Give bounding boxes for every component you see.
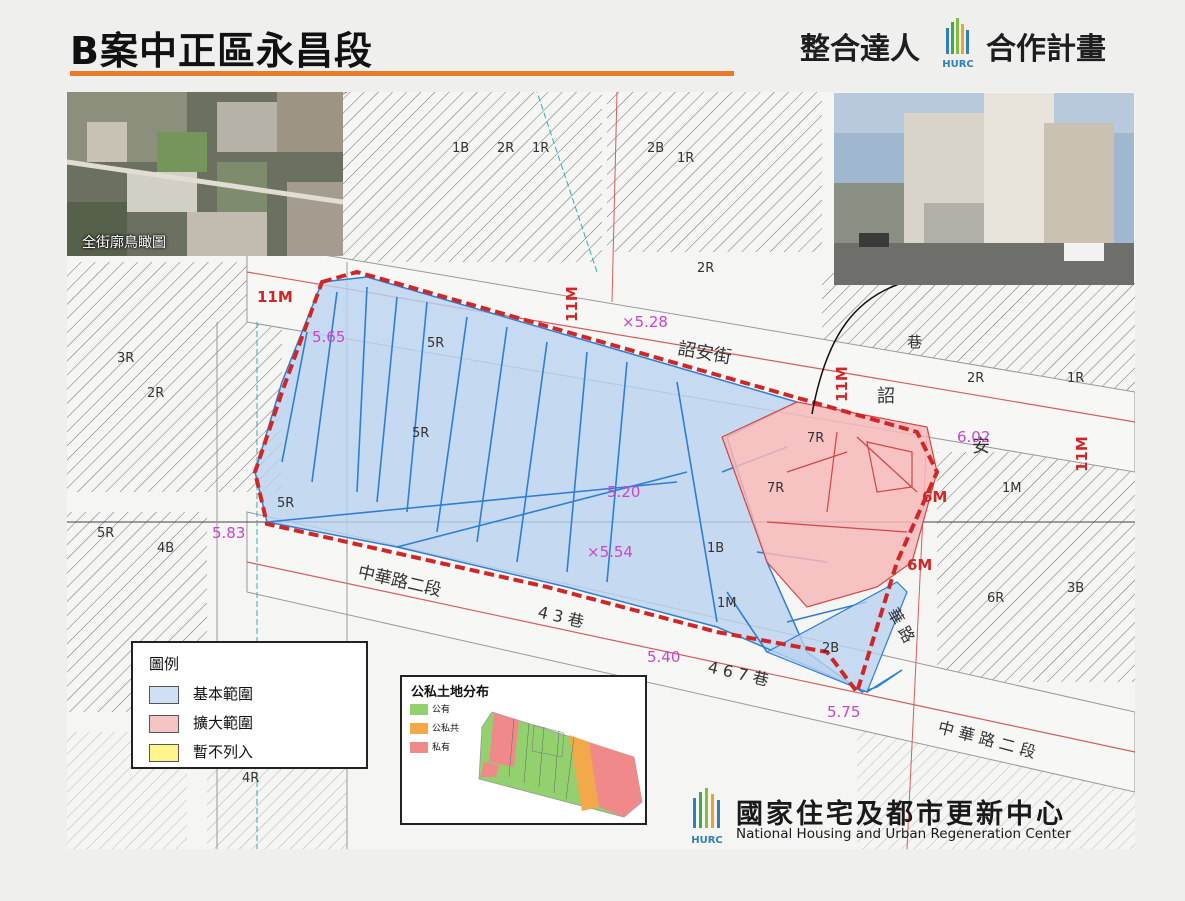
zhaoan-east-label-1: 詔	[877, 386, 895, 407]
land-label-private: 私有	[432, 743, 451, 753]
road-width-label: 11M	[833, 366, 851, 402]
land-swatch-private	[410, 742, 428, 753]
org-name-english: National Housing and Urban Regeneration …	[736, 826, 1071, 842]
legend-label-excluded: 暫不列入	[193, 743, 254, 761]
land-distribution-title: 公私土地分布	[411, 685, 490, 700]
legend-swatch-expanded	[149, 714, 179, 733]
lot-label: 5R	[97, 526, 114, 541]
legend-label-basic: 基本範圍	[193, 685, 254, 703]
lot-label: 1R	[532, 141, 549, 156]
title-underline	[70, 71, 734, 76]
street-view-photo	[834, 93, 1134, 285]
road-width-label: 11M	[563, 286, 581, 322]
elevation-label: 6.02	[957, 428, 990, 446]
lot-label: 7R	[807, 431, 824, 446]
lot-label: 2R	[497, 141, 514, 156]
lot-label: 2R	[697, 261, 714, 276]
lot-label: 1B	[452, 141, 469, 156]
legend-swatch-basic	[149, 685, 179, 704]
land-item-mixed: 公私共	[410, 721, 459, 734]
elevation-label: 5.65	[312, 328, 345, 346]
lot-label: 1R	[677, 151, 694, 166]
lot-label: 2R	[967, 371, 984, 386]
lot-label: 5R	[412, 426, 429, 441]
lane-vertical-label: 巷	[907, 333, 922, 351]
land-swatch-mixed	[410, 723, 428, 734]
brand-title: 整合達人 合作計畫	[800, 24, 1106, 68]
lot-label: 7R	[767, 481, 784, 496]
road-width-label: 6M	[907, 556, 932, 574]
land-label-public: 公有	[432, 705, 451, 715]
lot-label: 4B	[157, 541, 174, 556]
lot-label: 5R	[277, 496, 294, 511]
lot-label: 1R	[1067, 371, 1084, 386]
brand-left-text: 整合達人	[800, 32, 920, 67]
land-item-public: 公有	[410, 702, 450, 715]
org-banner: HURC 國家住宅及都市更新中心 National Housing and Ur…	[683, 782, 1135, 849]
aerial-caption: 全街廓鳥瞰圖	[82, 235, 166, 251]
lot-label: 5R	[427, 336, 444, 351]
road-width-label: 6M	[922, 488, 947, 506]
lot-label: 3R	[117, 351, 134, 366]
road-width-label: 11M	[1073, 436, 1091, 472]
lot-label: 3B	[1067, 581, 1084, 596]
elevation-label: 5.83	[212, 524, 245, 542]
lot-label: 1B	[707, 541, 724, 556]
road-width-label: 11M	[257, 288, 293, 306]
footer-logo-text: HURC	[691, 835, 723, 846]
land-distribution-panel: 公私土地分布 公有 公私共 私有	[400, 675, 647, 825]
lot-label: 1M	[717, 596, 737, 611]
lot-label: 2R	[147, 386, 164, 401]
legend-swatch-excluded	[149, 743, 179, 762]
legend-item-basic: 基本範圍	[149, 683, 253, 705]
page-title: B案中正區永昌段	[70, 29, 373, 73]
elevation-label: 5.20	[607, 483, 640, 501]
hurc-footer-logo-icon: HURC	[691, 788, 723, 846]
elevation-label: 5.40	[647, 648, 680, 666]
elevation-label: ×5.28	[622, 313, 668, 331]
legend-item-expanded: 擴大範圍	[149, 712, 253, 734]
lot-label: 2B	[647, 141, 664, 156]
brand-right-text: 合作計畫	[986, 32, 1106, 67]
land-distribution-map	[478, 711, 643, 818]
legend-title: 圖例	[149, 655, 180, 673]
land-swatch-public	[410, 704, 428, 715]
lot-label: 1M	[1002, 481, 1022, 496]
legend-label-expanded: 擴大範圍	[193, 714, 254, 732]
elevation-label: ×5.54	[587, 543, 633, 561]
legend-item-excluded: 暫不列入	[149, 741, 253, 763]
brand-logo-text: HURC	[942, 59, 974, 70]
lot-label: 2B	[822, 641, 839, 656]
map-legend: 圖例 基本範圍 擴大範圍 暫不列入	[131, 641, 368, 769]
lot-label: 6R	[987, 591, 1004, 606]
hurc-logo-icon: HURC	[942, 18, 974, 70]
land-item-private: 私有	[410, 740, 450, 753]
elevation-label: 5.75	[827, 703, 860, 721]
land-label-mixed: 公私共	[432, 724, 460, 734]
lot-label: 4R	[242, 771, 259, 786]
